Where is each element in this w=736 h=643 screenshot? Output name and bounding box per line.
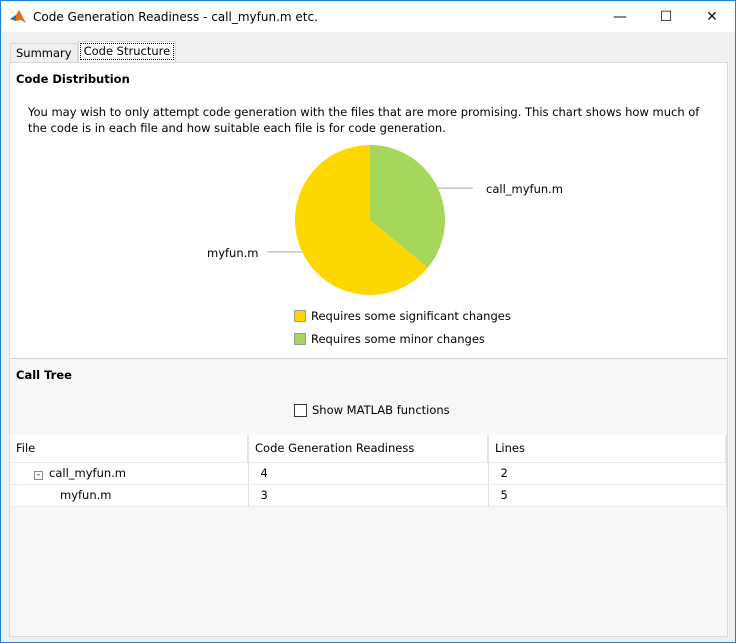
readiness-cell: 4 xyxy=(248,462,489,485)
table-row[interactable]: myfun.m 3 5 xyxy=(10,484,727,507)
slice-label-call-myfun: call_myfun.m xyxy=(486,182,564,196)
call-tree-table: File Code Generation Readiness Lines - ca… xyxy=(10,435,727,507)
maximize-button[interactable]: ☐ xyxy=(643,1,689,32)
matlab-logo-icon xyxy=(10,9,26,23)
show-matlab-functions-checkbox[interactable]: Show MATLAB functions xyxy=(294,403,450,417)
checkbox-label: Show MATLAB functions xyxy=(312,403,450,417)
legend-swatch xyxy=(294,310,306,322)
code-distribution-section: Code Distribution You may wish to only a… xyxy=(10,63,727,359)
column-header-readiness[interactable]: Code Generation Readiness xyxy=(248,435,489,463)
minimize-button[interactable]: — xyxy=(597,1,643,32)
title-bar: Code Generation Readiness - call_myfun.m… xyxy=(1,1,735,32)
call-tree-heading: Call Tree xyxy=(16,368,72,382)
window-title: Code Generation Readiness - call_myfun.m… xyxy=(33,9,318,24)
collapse-icon[interactable]: - xyxy=(34,471,43,480)
lines-cell: 5 xyxy=(488,484,727,507)
checkbox-box[interactable] xyxy=(294,403,307,417)
window: Code Generation Readiness - call_myfun.m… xyxy=(0,0,736,643)
tab-summary[interactable]: Summary xyxy=(10,43,78,62)
lines-cell: 2 xyxy=(488,462,727,485)
file-name: myfun.m xyxy=(10,484,249,507)
table-row[interactable]: - call_myfun.m 4 2 xyxy=(10,462,727,485)
legend-item-minor: Requires some minor changes xyxy=(294,332,485,346)
legend-label: Requires some minor changes xyxy=(311,332,485,346)
slice-label-myfun: myfun.m xyxy=(207,246,259,260)
legend-label: Requires some significant changes xyxy=(311,309,511,323)
tab-bar: Summary Code Structure xyxy=(10,41,177,62)
readiness-cell: 3 xyxy=(248,484,489,507)
tab-code-structure[interactable]: Code Structure xyxy=(77,41,177,62)
file-name: call_myfun.m xyxy=(49,466,127,480)
legend-item-significant: Requires some significant changes xyxy=(294,309,511,323)
column-header-file[interactable]: File xyxy=(10,435,249,463)
column-header-lines[interactable]: Lines xyxy=(488,435,727,463)
table-header: File Code Generation Readiness Lines xyxy=(10,435,727,463)
legend-swatch xyxy=(294,333,306,345)
code-structure-panel: Code Distribution You may wish to only a… xyxy=(9,62,728,637)
close-button[interactable]: ✕ xyxy=(689,1,735,32)
